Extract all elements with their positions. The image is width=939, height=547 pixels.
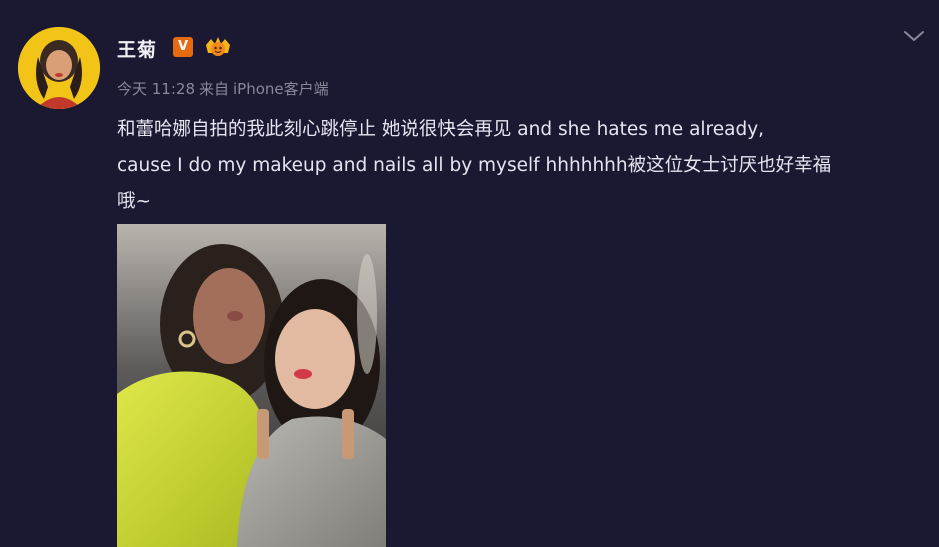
crown-badge-icon bbox=[203, 35, 233, 61]
chevron-down-icon[interactable] bbox=[902, 28, 926, 44]
post-text: 和蕾哈娜自拍的我此刻心跳停止 她说很快会再见 and she hates me … bbox=[117, 112, 922, 220]
avatar-icon bbox=[18, 27, 100, 109]
username[interactable]: 王菊 bbox=[117, 35, 157, 62]
weibo-post-card: 王菊 V 今天 11:28 来自 iPhone客户端 和蕾哈娜自拍的我此刻心跳停止 … bbox=[0, 0, 939, 547]
source-prefix: 来自 bbox=[199, 80, 230, 98]
post-meta: 今天 11:28 来自 iPhone客户端 bbox=[117, 78, 333, 99]
avatar[interactable] bbox=[18, 27, 100, 109]
post-text-line: 和蕾哈娜自拍的我此刻心跳停止 她说很快会再见 and she hates me … bbox=[117, 119, 765, 140]
source-device[interactable]: iPhone客户端 bbox=[233, 80, 329, 98]
post-text-line: cause I do my makeup and nails all by my… bbox=[117, 155, 832, 176]
post-text-line: 哦~ bbox=[117, 191, 152, 212]
selfie-photo-image bbox=[117, 224, 386, 547]
post-photo[interactable] bbox=[117, 224, 386, 547]
verified-v-icon: V bbox=[173, 37, 193, 57]
timestamp: 今天 11:28 bbox=[117, 80, 195, 98]
